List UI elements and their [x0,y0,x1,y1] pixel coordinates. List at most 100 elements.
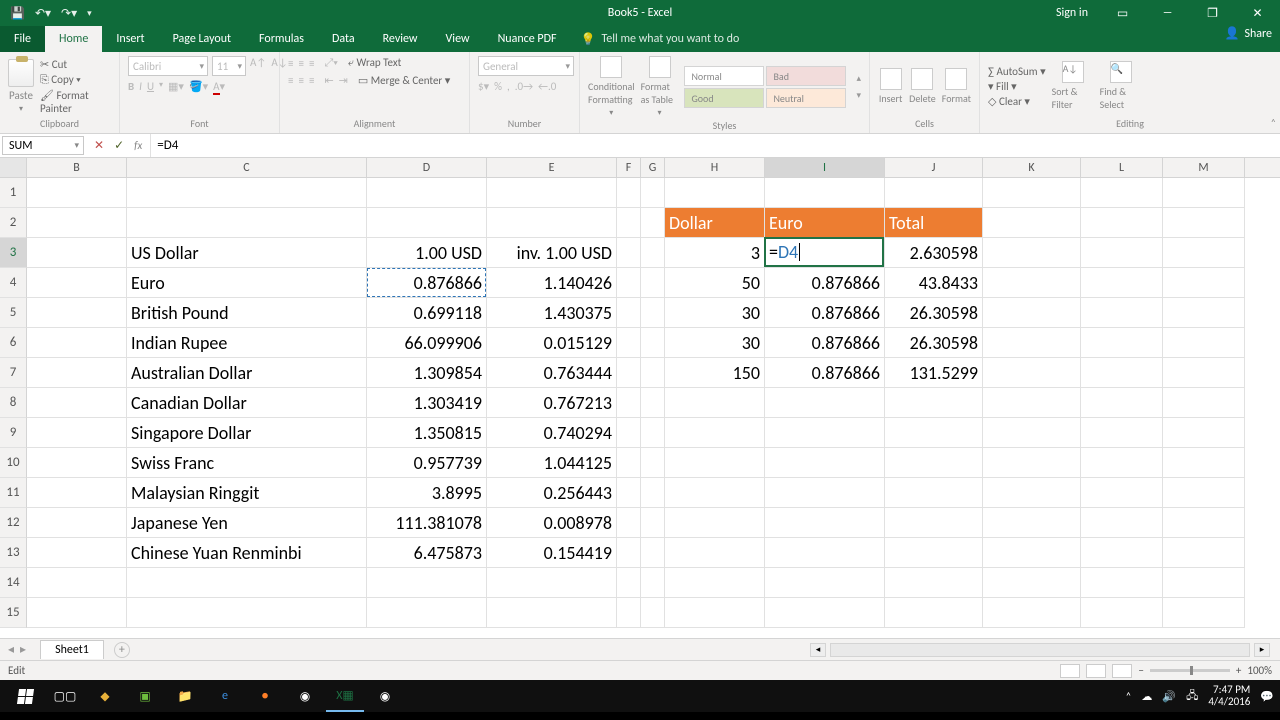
tab-page-layout[interactable]: Page Layout [159,26,245,52]
cell-D6[interactable]: 66.099906 [367,328,487,358]
cell-F4[interactable] [617,268,641,298]
cell-C15[interactable] [127,598,367,628]
cell-L8[interactable] [1081,388,1163,418]
cell-E2[interactable] [487,208,617,238]
cell-L11[interactable] [1081,478,1163,508]
save-icon[interactable]: 💾 [10,6,25,21]
underline-button[interactable]: U [147,80,154,93]
column-header-K[interactable]: K [983,158,1081,177]
align-top-icon[interactable]: ≡ [288,57,293,70]
cell-C9[interactable]: Singapore Dollar [127,418,367,448]
cell-B11[interactable] [27,478,127,508]
cell-C6[interactable]: Indian Rupee [127,328,367,358]
cell-B2[interactable] [27,208,127,238]
cell-J6[interactable]: 26.30598 [885,328,983,358]
cell-G12[interactable] [641,508,665,538]
format-as-table-button[interactable]: Format as Table▾ [641,56,679,118]
tell-me[interactable]: 💡 Tell me what you want to do [581,26,740,52]
cell-K7[interactable] [983,358,1081,388]
conditional-formatting-button[interactable]: Conditional Formatting▾ [588,56,635,118]
cell-K6[interactable] [983,328,1081,358]
share-button[interactable]: 👤 Share [1224,26,1272,41]
minimize-button[interactable]: ― [1145,0,1190,26]
cell-E14[interactable] [487,568,617,598]
cell-G1[interactable] [641,178,665,208]
cell-I9[interactable] [765,418,885,448]
cell-L3[interactable] [1081,238,1163,268]
number-format-combo[interactable]: General [478,56,574,76]
align-left-icon[interactable]: ≡ [288,74,293,87]
row-header-13[interactable]: 13 [0,538,27,568]
cell-J5[interactable]: 26.30598 [885,298,983,328]
view-page-break-icon[interactable] [1112,664,1132,678]
cell-M1[interactable] [1163,178,1245,208]
cell-F11[interactable] [617,478,641,508]
cell-L13[interactable] [1081,538,1163,568]
redo-icon[interactable]: ↷▾ [61,6,77,21]
undo-icon[interactable]: ↶▾ [35,6,51,21]
cell-J14[interactable] [885,568,983,598]
insert-cells-button[interactable]: Insert [878,68,903,105]
hscroll-right-icon[interactable]: ▸ [1254,643,1270,657]
cell-E3[interactable]: inv. 1.00 USD [487,238,617,268]
cell-L10[interactable] [1081,448,1163,478]
cell-B12[interactable] [27,508,127,538]
cell-G3[interactable] [641,238,665,268]
cell-K15[interactable] [983,598,1081,628]
cell-G13[interactable] [641,538,665,568]
decrease-decimal-icon[interactable]: ←.0 [538,80,556,93]
cell-K9[interactable] [983,418,1081,448]
cell-L12[interactable] [1081,508,1163,538]
cell-I6[interactable]: 0.876866 [765,328,885,358]
style-scroll-up-icon[interactable]: ▴ [856,73,861,84]
tray-volume-icon[interactable]: 🔊 [1162,690,1176,703]
percent-format-icon[interactable]: % [494,80,502,93]
cell-J4[interactable]: 43.8433 [885,268,983,298]
editing-cell[interactable]: =D4 [764,237,884,267]
cell-J11[interactable] [885,478,983,508]
increase-font-icon[interactable]: A↑ [250,56,266,76]
cell-I11[interactable] [765,478,885,508]
cell-C7[interactable]: Australian Dollar [127,358,367,388]
cell-B14[interactable] [27,568,127,598]
format-painter-button[interactable]: 🖌 Format Painter [40,89,111,115]
cell-L6[interactable] [1081,328,1163,358]
cell-B10[interactable] [27,448,127,478]
cell-H12[interactable] [665,508,765,538]
cell-M5[interactable] [1163,298,1245,328]
cell-E11[interactable]: 0.256443 [487,478,617,508]
clear-button[interactable]: ◇ Clear ▾ [988,95,1030,108]
cell-F14[interactable] [617,568,641,598]
decrease-indent-icon[interactable]: ⇤ [324,74,333,87]
cell-I4[interactable]: 0.876866 [765,268,885,298]
row-header-4[interactable]: 4 [0,268,27,298]
tab-data[interactable]: Data [318,26,369,52]
cell-G6[interactable] [641,328,665,358]
cell-E6[interactable]: 0.015129 [487,328,617,358]
cell-G15[interactable] [641,598,665,628]
maximize-button[interactable]: ❐ [1190,0,1235,26]
cell-H7[interactable]: 150 [665,358,765,388]
cell-M7[interactable] [1163,358,1245,388]
cell-F15[interactable] [617,598,641,628]
align-middle-icon[interactable]: ≡ [298,57,303,70]
cell-H4[interactable]: 50 [665,268,765,298]
tray-chevron-icon[interactable]: ˄ [1125,690,1131,703]
cell-J1[interactable] [885,178,983,208]
wrap-text-button[interactable]: ⤶ Wrap Text [348,56,401,70]
cell-G14[interactable] [641,568,665,598]
cell-H15[interactable] [665,598,765,628]
increase-decimal-icon[interactable]: .0→ [515,80,533,93]
paste-button[interactable]: Paste▾ [8,59,34,114]
cell-K5[interactable] [983,298,1081,328]
cell-B1[interactable] [27,178,127,208]
cell-G11[interactable] [641,478,665,508]
cell-F3[interactable] [617,238,641,268]
row-header-3[interactable]: 3 [0,238,27,268]
cell-G7[interactable] [641,358,665,388]
taskbar-excel[interactable]: X▦ [326,680,364,712]
column-header-B[interactable]: B [27,158,127,177]
find-select-button[interactable]: 🔍Find & Select [1100,61,1142,111]
column-header-C[interactable]: C [127,158,367,177]
cancel-edit-icon[interactable]: ✕ [94,138,104,153]
